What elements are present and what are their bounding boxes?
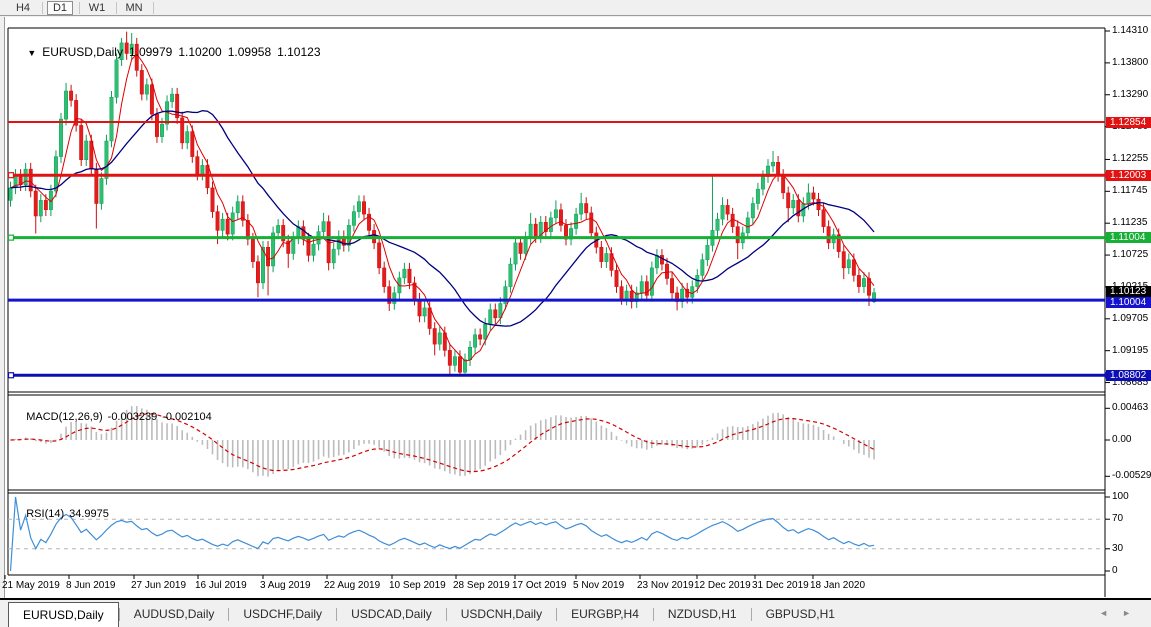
price-axis-label: 1.13800 [1112,57,1149,68]
hline-marker[interactable] [7,234,15,241]
date-label: 3 Aug 2019 [260,580,311,591]
ohlc-low: 1.09958 [227,45,272,59]
tab-usdcnh[interactable]: USDCNH,Daily [447,602,556,627]
price-axis-label: 1.11745 [1112,185,1148,196]
date-label: 21 May 2019 [2,580,60,591]
price-badge-1.12854: 1.12854 [1106,116,1151,128]
ma-slow-line [10,110,875,327]
tab-eurgbp[interactable]: EURGBP,H4 [557,602,653,627]
ohlc-open: 1.09979 [128,45,173,59]
tab-gbpusd[interactable]: GBPUSD,H1 [752,602,849,627]
window-bottom-border [0,598,1151,600]
date-label: 12 Dec 2019 [694,580,751,591]
tabs: EURUSD,Daily AUDUSD,Daily USDCHF,Daily USDC… [0,601,849,627]
price-badge-1.10004: 1.10004 [1106,296,1151,308]
tab-usdcad[interactable]: USDCAD,Daily [337,602,446,627]
price-axis-label: 1.14310 [1112,25,1149,36]
macd-axis-label: -0.005299 [1112,470,1151,481]
chevron-down-icon[interactable]: ▼ [27,48,36,58]
tab-audusd[interactable]: AUDUSD,Daily [120,602,229,627]
date-label: 27 Jun 2019 [131,580,187,591]
price-badge-1.12003: 1.12003 [1106,169,1151,181]
hline-marker[interactable] [7,172,15,179]
macd-label: MACD(12,26,9) -0.003239 -0.002104 [14,399,217,435]
rsi-axis-label: 100 [1112,491,1129,502]
date-label: 18 Jan 2020 [810,580,866,591]
price-axis-label: 1.09705 [1112,313,1149,324]
price-axis-label: 1.12255 [1112,153,1149,164]
tab-nzdusd[interactable]: NZDUSD,H1 [654,602,751,627]
rsi-line [9,496,875,572]
chart-symbol: EURUSD,Daily [42,45,123,59]
macd-value-main: -0.003239 [107,411,158,423]
rsi-axis-label: 70 [1112,513,1124,524]
date-label: 23 Nov 2019 [637,580,694,591]
macd-value-signal: -0.002104 [162,411,212,423]
tab-eurusd[interactable]: EURUSD,Daily [8,601,119,627]
candles-layer [8,31,876,377]
price-badge-1.10123: 1.10123 [1106,285,1151,297]
rsi-axis-label: 30 [1112,543,1124,554]
tab-usdchf[interactable]: USDCHF,Daily [229,602,336,627]
price-axis-label: 1.09195 [1112,345,1149,356]
date-label: 22 Aug 2019 [324,580,381,591]
date-label: 28 Sep 2019 [453,580,510,591]
tab-scroll-arrows: ◄► [1099,608,1145,618]
price-badge-1.11004: 1.11004 [1106,232,1151,244]
date-label: 17 Oct 2019 [512,580,567,591]
macd-axis-label: 0.00463 [1112,402,1149,413]
ohlc-high: 1.10200 [178,45,222,59]
rsi-label: RSI(14) 34.9975 [14,496,114,532]
price-badge-1.08802: 1.08802 [1106,369,1151,381]
date-label: 8 Jun 2019 [66,580,116,591]
rsi-axis-label: 0 [1112,565,1118,576]
rsi-value: 34.9975 [69,508,109,520]
chart-canvas[interactable] [0,0,1151,627]
trading-terminal-window: H4 D1 W1 MN ▼ EURUSD,Daily 1.09979 1.10200 1.09… [0,0,1151,627]
chart-tab-bar: EURUSD,Daily AUDUSD,Daily USDCHF,Daily USDC… [0,601,1151,627]
chart-title: ▼ EURUSD,Daily 1.09979 1.10200 1.09958 1.1012… [14,31,327,73]
hline-marker[interactable] [7,372,15,379]
macd-axis-label: 0.00 [1112,434,1132,445]
macd-name: MACD(12,26,9) [26,411,103,423]
price-axis-label: 1.13290 [1112,89,1149,100]
tab-scroll-right-icon[interactable]: ► [1122,608,1145,618]
price-axis-label: 1.10725 [1112,249,1149,260]
ma-fast-line [10,53,875,362]
tab-scroll-left-icon[interactable]: ◄ [1099,608,1122,618]
date-label: 31 Dec 2019 [752,580,809,591]
date-label: 16 Jul 2019 [195,580,247,591]
rsi-name: RSI(14) [26,508,65,520]
date-label: 5 Nov 2019 [573,580,625,591]
price-axis-label: 1.11235 [1112,217,1148,228]
ohlc-close: 1.10123 [277,45,321,59]
date-label: 10 Sep 2019 [389,580,446,591]
